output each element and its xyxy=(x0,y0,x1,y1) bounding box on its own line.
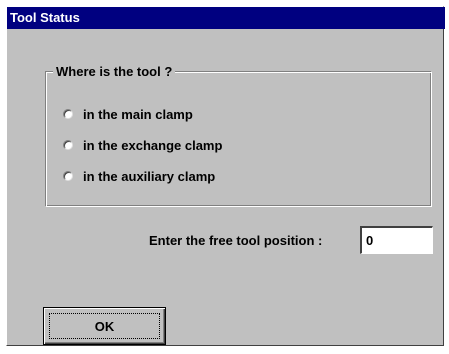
free-tool-position-input[interactable] xyxy=(360,226,433,254)
tool-status-dialog: Tool Status Where is the tool ? in the m… xyxy=(6,6,445,346)
radio-label: in the exchange clamp xyxy=(83,137,223,153)
radio-auxiliary-clamp[interactable]: in the auxiliary clamp xyxy=(63,167,215,185)
ok-button-label: OK xyxy=(94,318,115,334)
radio-label: in the main clamp xyxy=(83,106,193,122)
ok-button[interactable]: OK xyxy=(43,307,166,345)
groupbox-legend: Where is the tool ? xyxy=(53,64,176,79)
radio-label: in the auxiliary clamp xyxy=(83,168,216,184)
radio-button-icon[interactable] xyxy=(63,171,73,181)
radio-button-icon[interactable] xyxy=(63,109,73,119)
radio-exchange-clamp[interactable]: in the exchange clamp xyxy=(63,136,222,154)
dialog-title: Tool Status xyxy=(7,7,445,29)
radio-button-icon[interactable] xyxy=(63,140,73,150)
radio-main-clamp[interactable]: in the main clamp xyxy=(63,105,193,123)
free-tool-position-label: Enter the free tool position : xyxy=(149,233,323,248)
